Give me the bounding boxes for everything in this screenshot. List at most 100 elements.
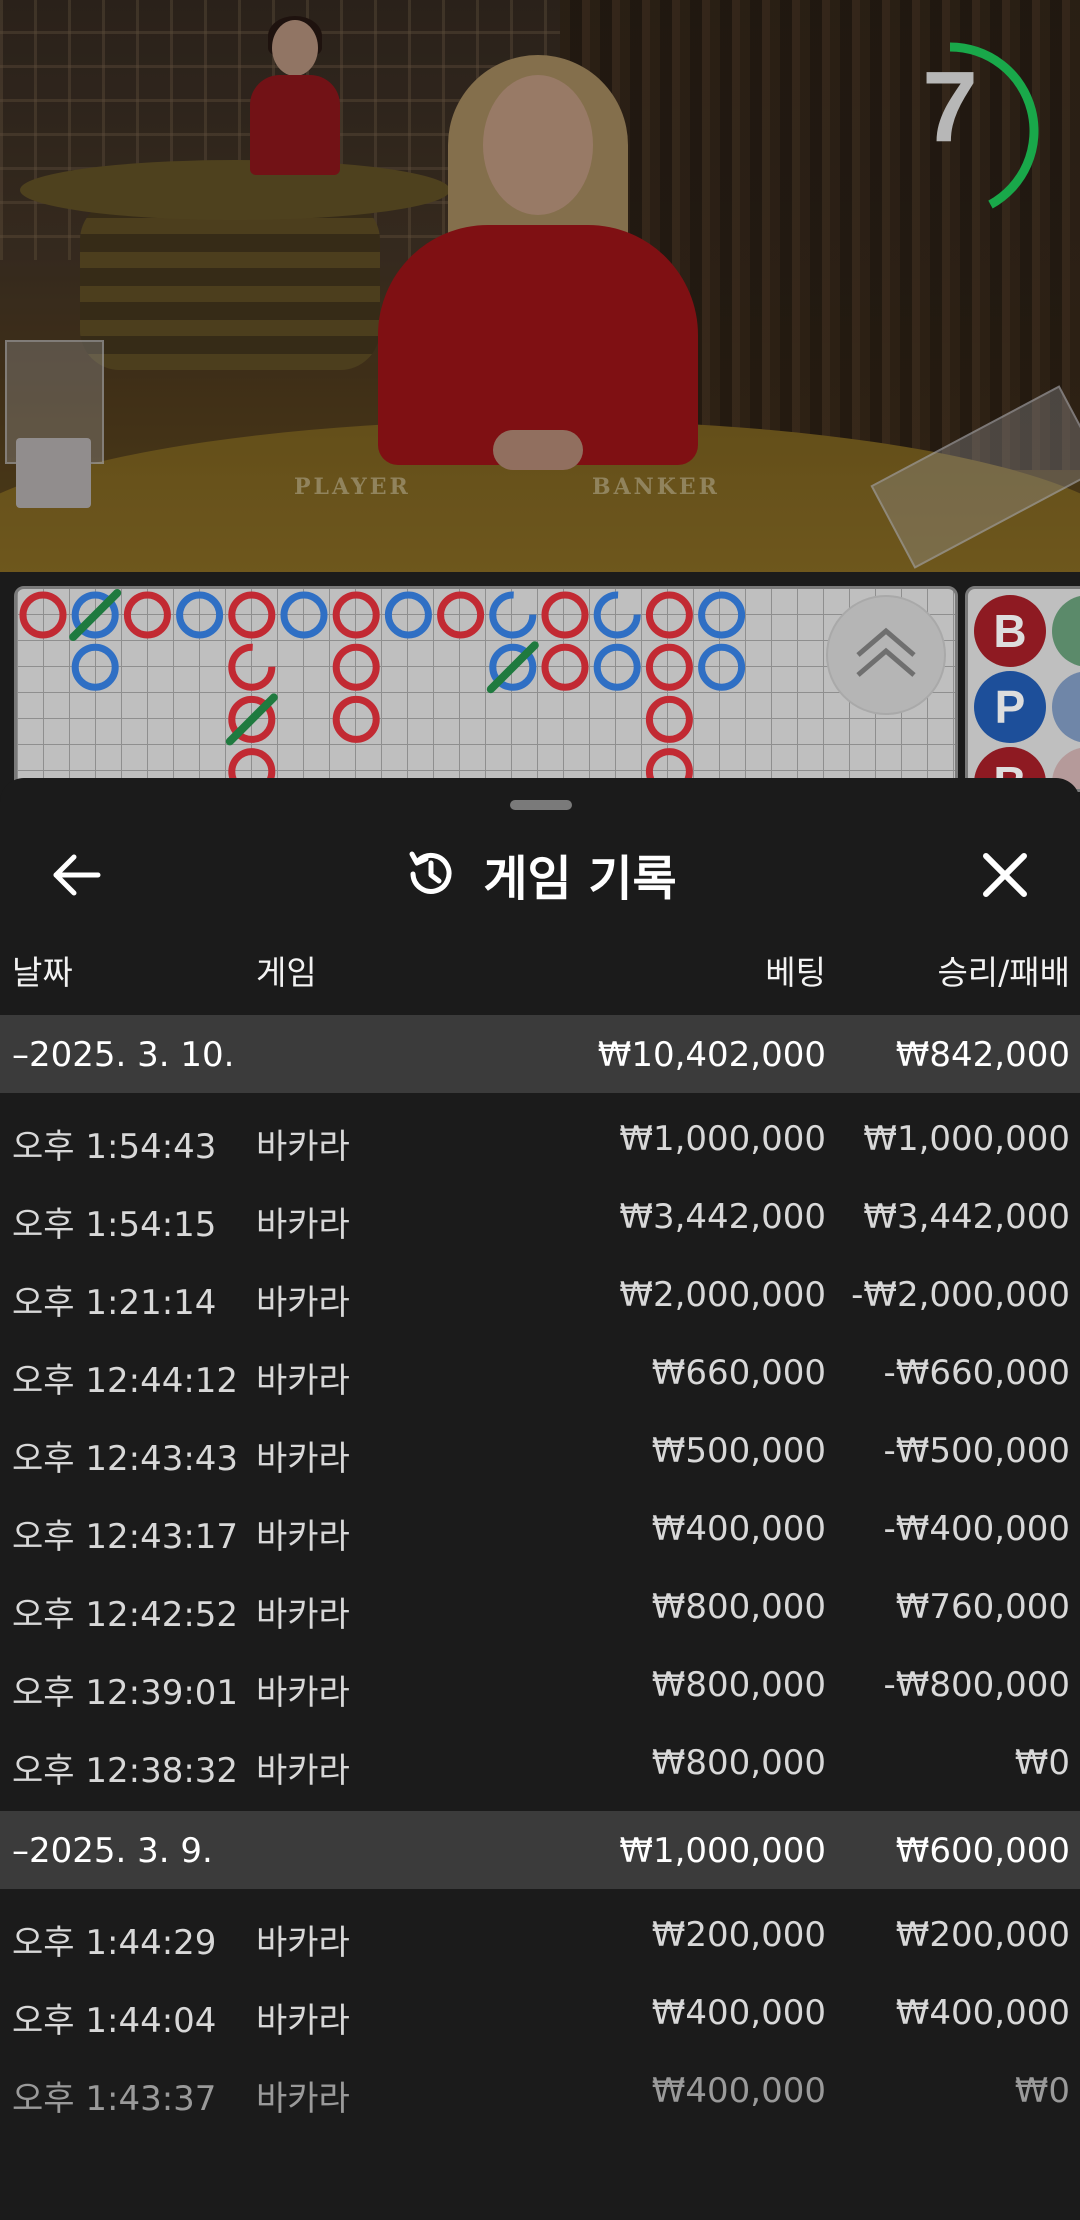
row-time: 오후 1:44:04 — [12, 2001, 217, 2041]
row-game: 바카라 — [256, 1205, 350, 1245]
column-header-bet: 베팅 — [765, 953, 826, 992]
history-row[interactable]: 오후 1:21:14 바카라 ₩2,000,000 -₩2,000,000 — [0, 1255, 1080, 1333]
row-game: 바카라 — [256, 1595, 350, 1635]
group-total-result: ₩600,000 — [895, 1831, 1070, 1871]
history-row[interactable]: 오후 12:44:12 바카라 ₩660,000 -₩660,000 — [0, 1333, 1080, 1411]
history-row[interactable]: 오후 1:54:15 바카라 ₩3,442,000 ₩3,442,000 — [0, 1177, 1080, 1255]
history-row[interactable]: 오후 12:38:32 바카라 ₩800,000 ₩0 — [0, 1723, 1080, 1801]
row-game: 바카라 — [256, 1673, 350, 1713]
banker-bead[interactable]: B — [974, 595, 1046, 667]
row-result: -₩2,000,000 — [851, 1275, 1070, 1315]
road-marker — [123, 591, 171, 639]
row-bet: ₩800,000 — [651, 1743, 826, 1783]
row-bet: ₩2,000,000 — [619, 1275, 826, 1315]
group-total-bet: ₩10,402,000 — [597, 1035, 826, 1075]
row-bet: ₩500,000 — [651, 1431, 826, 1471]
row-bet: ₩400,000 — [651, 2071, 826, 2111]
road-marker — [71, 643, 119, 691]
row-bet: ₩800,000 — [651, 1587, 826, 1627]
double-chevron-up-icon — [856, 627, 916, 677]
row-result: -₩500,000 — [883, 1431, 1071, 1471]
row-bet: ₩400,000 — [651, 1993, 826, 2033]
row-bet: ₩660,000 — [651, 1353, 826, 1393]
road-marker — [541, 643, 589, 691]
row-bet: ₩200,000 — [651, 1915, 826, 1955]
group-date: –2025. 3. 10. — [12, 1035, 235, 1075]
row-result: -₩800,000 — [883, 1665, 1071, 1705]
road-marker — [332, 591, 380, 639]
history-list: –2025. 3. 10. ₩10,402,000 ₩842,000 오후 1:… — [0, 1015, 1080, 2129]
bead-road-map — [14, 586, 958, 792]
road-marker — [645, 695, 693, 743]
date-group-header[interactable]: –2025. 3. 10. ₩10,402,000 ₩842,000 — [0, 1015, 1080, 1093]
sheet-drag-handle[interactable] — [510, 800, 572, 810]
road-marker — [228, 643, 276, 691]
row-time: 오후 1:21:14 — [12, 1283, 217, 1323]
row-game: 바카라 — [256, 1361, 350, 1401]
road-marker — [593, 643, 641, 691]
date-group-header[interactable]: –2025. 3. 9. ₩1,000,000 ₩600,000 — [0, 1811, 1080, 1889]
row-game: 바카라 — [256, 2079, 350, 2119]
history-row[interactable]: 오후 1:54:43 바카라 ₩1,000,000 ₩1,000,000 — [0, 1099, 1080, 1177]
game-history-sheet: 게임 기록 날짜 게임 베팅 승리/패배 –2025. 3. 10. ₩10,4… — [0, 778, 1080, 2220]
history-row[interactable]: 오후 12:43:43 바카라 ₩500,000 -₩500,000 — [0, 1411, 1080, 1489]
row-result: ₩3,442,000 — [863, 1197, 1070, 1237]
table-header: 날짜 게임 베팅 승리/패배 — [0, 946, 1080, 1006]
history-row[interactable]: 오후 1:44:04 바카라 ₩400,000 ₩400,000 — [0, 1973, 1080, 2051]
history-row[interactable]: 오후 12:43:17 바카라 ₩400,000 -₩400,000 — [0, 1489, 1080, 1567]
column-header-win-loss: 승리/패배 — [937, 953, 1070, 992]
road-marker — [593, 591, 641, 639]
tie-bead[interactable] — [1052, 595, 1080, 667]
group-date: –2025. 3. 9. — [12, 1831, 213, 1871]
row-result: ₩1,000,000 — [863, 1119, 1070, 1159]
sheet-header: 게임 기록 — [0, 834, 1080, 914]
row-result: ₩0 — [1014, 2071, 1070, 2111]
road-marker — [176, 591, 224, 639]
row-time: 오후 1:54:43 — [12, 1127, 217, 1167]
road-marker — [698, 591, 746, 639]
road-marker — [698, 643, 746, 691]
row-time: 오후 12:43:43 — [12, 1439, 239, 1479]
close-button[interactable] — [970, 840, 1040, 910]
player-bead[interactable]: P — [974, 671, 1046, 743]
row-result: -₩400,000 — [883, 1509, 1071, 1549]
row-game: 바카라 — [256, 1751, 350, 1791]
bet-shortcut-panel: B P B — [965, 586, 1080, 792]
road-marker — [489, 591, 537, 639]
group-total-result: ₩842,000 — [895, 1035, 1070, 1075]
row-time: 오후 12:38:32 — [12, 1751, 239, 1791]
road-marker — [384, 591, 432, 639]
row-bet: ₩400,000 — [651, 1509, 826, 1549]
history-row[interactable]: 오후 12:39:01 바카라 ₩800,000 -₩800,000 — [0, 1645, 1080, 1723]
history-row[interactable]: 오후 1:44:29 바카라 ₩200,000 ₩200,000 — [0, 1895, 1080, 1973]
row-bet: ₩1,000,000 — [619, 1119, 826, 1159]
row-game: 바카라 — [256, 1439, 350, 1479]
row-result: ₩400,000 — [895, 1993, 1070, 2033]
row-time: 오후 1:44:29 — [12, 1923, 217, 1963]
group-total-bet: ₩1,000,000 — [619, 1831, 826, 1871]
expand-roadmap-button[interactable] — [828, 597, 944, 713]
row-result: -₩660,000 — [883, 1353, 1071, 1393]
history-row[interactable]: 오후 12:42:52 바카라 ₩800,000 ₩760,000 — [0, 1567, 1080, 1645]
history-row[interactable]: 오후 1:43:37 바카라 ₩400,000 ₩0 — [0, 2051, 1080, 2129]
row-time: 오후 12:44:12 — [12, 1361, 239, 1401]
row-bet: ₩800,000 — [651, 1665, 826, 1705]
road-marker — [19, 591, 67, 639]
row-result: ₩200,000 — [895, 1915, 1070, 1955]
sheet-title: 게임 기록 — [483, 851, 677, 907]
road-marker — [228, 591, 276, 639]
player-pair-bead[interactable] — [1052, 671, 1080, 743]
row-time: 오후 12:43:17 — [12, 1517, 239, 1557]
column-header-date: 날짜 — [12, 953, 73, 992]
road-marker — [332, 695, 380, 743]
countdown-number: 7 — [922, 51, 978, 163]
column-header-game: 게임 — [256, 953, 317, 992]
row-game: 바카라 — [256, 2001, 350, 2041]
row-game: 바카라 — [256, 1517, 350, 1557]
row-time: 오후 1:43:37 — [12, 2079, 217, 2119]
road-marker — [645, 591, 693, 639]
row-game: 바카라 — [256, 1923, 350, 1963]
live-video-feed: PLAYER BANKER 7 — [0, 0, 1080, 572]
row-time: 오후 1:54:15 — [12, 1205, 217, 1245]
history-clock-icon — [409, 851, 452, 894]
